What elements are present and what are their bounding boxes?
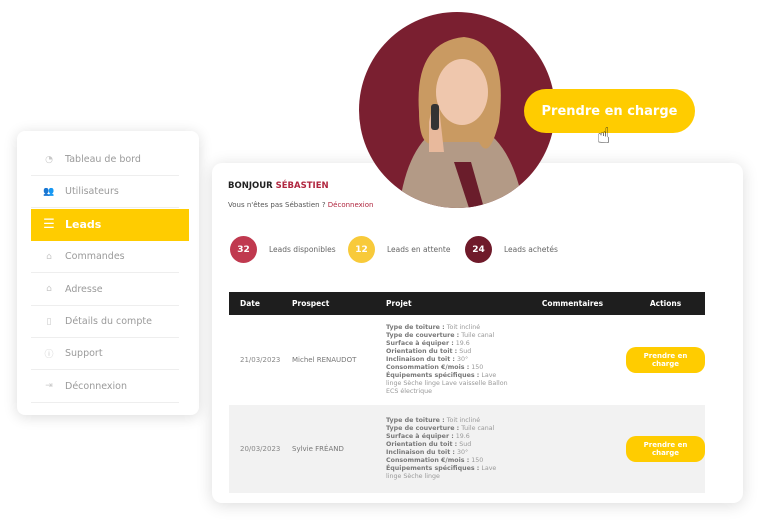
sidebar-item-label: Déconnexion — [65, 380, 128, 392]
project-field-value: Sud — [459, 441, 472, 448]
project-field-label: Orientation du toit : — [386, 441, 458, 448]
project-cell: Type de toiture : Toit incliné Type de co… — [375, 405, 508, 493]
project-cell: Type de toiture : Toit incliné Type de co… — [375, 315, 508, 405]
sidebar-item-commandes[interactable]: ⌂ Commandes — [31, 241, 179, 274]
project-field-value: Tuile canal — [461, 425, 495, 432]
home-icon: ⌂ — [46, 284, 52, 295]
project-field-label: Type de couverture : — [386, 425, 460, 432]
sidebar-item-tableau-de-bord[interactable]: ◔ Tableau de bord — [31, 144, 179, 176]
sidebar-item-label: Support — [65, 348, 103, 360]
column-header: Actions — [626, 292, 705, 315]
project-field-label: Type de couverture : — [386, 332, 460, 339]
table-row: 21/03/2023 Michel RENAUDOT Type de toitu… — [229, 315, 705, 405]
project-field-label: Surface à équiper : — [386, 340, 454, 347]
prospect-cell: Sylvie FRÉAND — [281, 405, 375, 493]
sidebar-item-adresse[interactable]: ⌂ Adresse — [31, 274, 179, 306]
stat-label: Leads disponibles — [269, 245, 336, 254]
project-field-label: Orientation du toit : — [386, 348, 458, 355]
column-header: Projet — [375, 292, 508, 315]
sidebar-item-label: Détails du compte — [65, 316, 152, 327]
sidebar-item-label: Tableau de bord — [65, 154, 141, 165]
basket-icon: ⌂ — [46, 251, 52, 262]
project-field-value: 19.6 — [455, 433, 470, 440]
column-header: Commentaires — [508, 292, 626, 315]
project-field-value: 150 — [471, 457, 484, 464]
comment-cell — [508, 315, 626, 405]
project-field-value: Toit incliné — [446, 417, 481, 424]
info-icon: ⓘ — [44, 350, 54, 361]
prospect-cell: Michel RENAUDOT — [292, 356, 357, 364]
sidebar-item-label: Utilisateurs — [65, 186, 119, 198]
project-field-value: 30° — [456, 356, 469, 363]
sidebar-item-label: Commandes — [65, 251, 125, 263]
stat-label: Leads achetés — [504, 245, 558, 254]
users-icon: 👥 — [43, 186, 55, 197]
page-title: BONJOUR SÉBASTIEN — [228, 181, 329, 191]
sidebar-item-d-connexion[interactable]: ⇥ Déconnexion — [31, 371, 179, 403]
stat-0: 32 Leads disponibles — [230, 236, 336, 263]
project-field-label: Équipements spécifiques : — [386, 372, 480, 379]
project-field-label: Type de toiture : — [386, 417, 445, 424]
column-header: Prospect — [281, 292, 375, 315]
hand-pointer-icon: ☝ — [597, 124, 611, 149]
take-charge-button[interactable]: Prendre en charge — [626, 436, 705, 462]
project-field-label: Équipements spécifiques : — [386, 465, 480, 472]
list-icon: ☰ — [43, 217, 55, 233]
project-field-label: Type de toiture : — [386, 324, 445, 331]
sidebar-item-utilisateurs[interactable]: 👥 Utilisateurs — [31, 176, 179, 209]
sidebar-item-support[interactable]: ⓘ Support — [31, 338, 179, 371]
date-cell: 20/03/2023 — [229, 405, 281, 493]
column-header: Date — [229, 292, 281, 315]
dashboard-icon: ◔ — [45, 154, 53, 165]
logout-icon: ⇥ — [45, 381, 53, 392]
sidebar-item-leads[interactable]: ☰ Leads — [31, 208, 189, 241]
project-field-value: Toit incliné — [446, 324, 481, 331]
project-field-label: Inclinaison du toit : — [386, 356, 455, 363]
stat-label: Leads en attente — [387, 245, 451, 254]
project-field-label: Surface à équiper : — [386, 433, 454, 440]
stat-count-badge: 12 — [348, 236, 375, 263]
comment-cell — [508, 405, 626, 493]
leads-table: Date Prospect Projet Commentaires Actions 21… — [229, 292, 705, 493]
table-row: 20/03/2023 Sylvie FRÉAND Type de toiture… — [229, 405, 705, 493]
sidebar-nav: ◔ Tableau de bord 👥 Utilisateurs ☰ Leads ⌂ Comm… — [17, 131, 199, 415]
project-field-value: Sud — [459, 348, 472, 355]
project-field-value: 150 — [471, 364, 484, 371]
greeting-subtitle: Vous n'êtes pas Sébastien ? Déconnexion — [228, 201, 374, 209]
sidebar-item-label: Leads — [65, 218, 102, 232]
sidebar-item-d-tails-du-compte[interactable]: ▯ Détails du compte — [31, 306, 179, 338]
leads-card: BONJOUR SÉBASTIEN Vous n'êtes pas Sébast… — [212, 163, 743, 503]
date-cell: 21/03/2023 — [240, 356, 281, 364]
logout-link[interactable]: Déconnexion — [328, 201, 374, 209]
project-field-value: 30° — [456, 449, 469, 456]
project-field-value: Tuile canal — [461, 332, 495, 339]
project-field-label: Inclinaison du toit : — [386, 449, 455, 456]
project-field-label: Consommation €/mois : — [386, 457, 470, 464]
sidebar-item-label: Adresse — [65, 283, 103, 295]
take-charge-button[interactable]: Prendre en charge — [626, 347, 705, 373]
document-icon: ▯ — [46, 316, 52, 327]
stat-2: 24 Leads achetés — [465, 236, 558, 263]
stat-1: 12 Leads en attente — [348, 236, 450, 263]
project-field-label: Consommation €/mois : — [386, 364, 470, 371]
stat-count-badge: 24 — [465, 236, 492, 263]
stat-count-badge: 32 — [230, 236, 257, 263]
project-field-value: 19.6 — [455, 340, 470, 347]
